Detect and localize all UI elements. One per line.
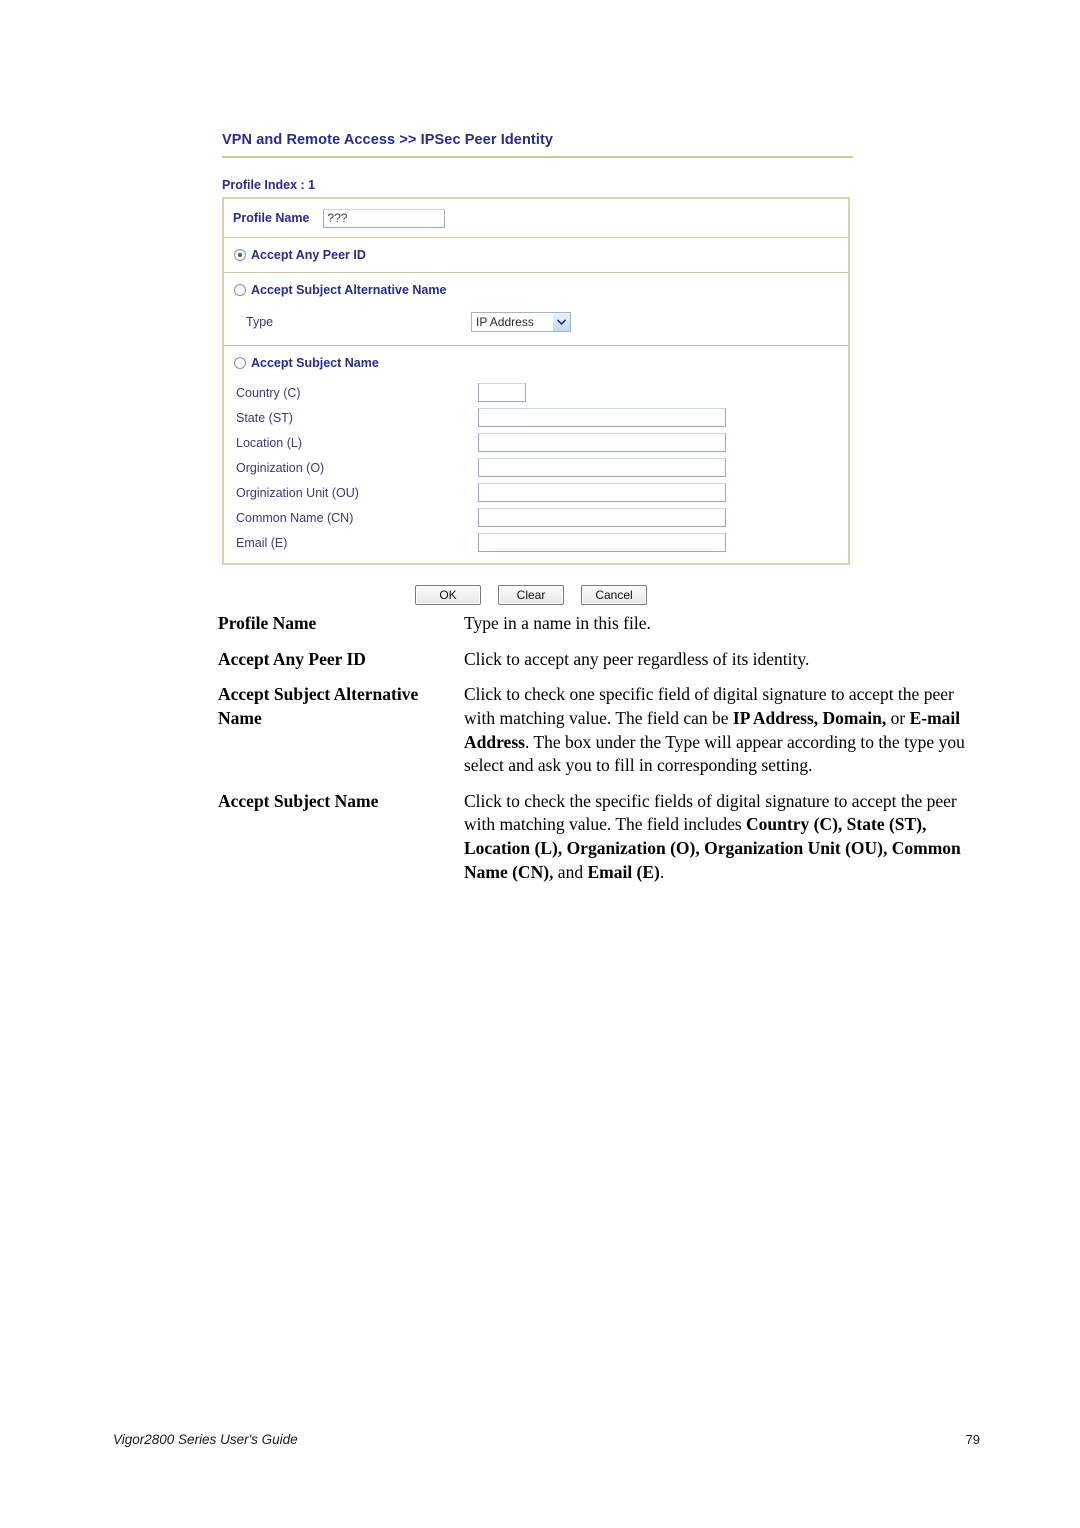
chevron-down-icon[interactable] xyxy=(552,313,570,331)
ipsec-peer-identity-form: Profile Name Accept Any Peer ID Accept S… xyxy=(222,197,850,565)
doc-row: Accept Any Peer ID Click to accept any p… xyxy=(218,648,980,672)
type-select-value: IP Address xyxy=(476,315,534,329)
title-divider xyxy=(222,156,853,158)
profile-name-row: Profile Name xyxy=(224,199,848,237)
accept-subject-alternative-name-label: Accept Subject Alternative Name xyxy=(251,283,447,297)
cancel-button[interactable]: Cancel xyxy=(581,585,647,605)
field-row-organization-unit: Orginization Unit (OU) xyxy=(224,480,848,505)
page-footer: Vigor2800 Series User's Guide 79 xyxy=(113,1432,980,1447)
footer-guide-title: Vigor2800 Series User's Guide xyxy=(113,1432,298,1447)
field-row-country: Country (C) xyxy=(224,380,848,405)
doc-row: Accept Subject Name Click to check the s… xyxy=(218,790,980,885)
radio-accept-subject-name-icon[interactable] xyxy=(234,357,246,369)
form-button-row: OK Clear Cancel xyxy=(222,585,854,605)
field-label-state: State (ST) xyxy=(236,410,293,425)
field-description-table: Profile Name Type in a name in this file… xyxy=(218,612,980,896)
profile-index-label: Profile Index : 1 xyxy=(222,178,316,192)
field-row-organization: Orginization (O) xyxy=(224,455,848,480)
field-label-organization-unit: Orginization Unit (OU) xyxy=(236,485,359,500)
footer-page-number: 79 xyxy=(965,1432,980,1447)
type-label: Type xyxy=(246,315,274,329)
doc-description: Click to accept any peer regardless of i… xyxy=(464,648,810,669)
accept-subject-name-row[interactable]: Accept Subject Name xyxy=(224,346,848,380)
field-row-state: State (ST) xyxy=(224,405,848,430)
doc-term: Profile Name xyxy=(218,613,317,633)
profile-name-section: Profile Name xyxy=(224,199,848,237)
doc-description: Click to check the specific fields of di… xyxy=(464,790,961,882)
field-label-email: Email (E) xyxy=(236,535,288,550)
organization-unit-input[interactable] xyxy=(478,483,726,502)
accept-any-peer-id-section: Accept Any Peer ID xyxy=(224,237,848,272)
accept-subject-alternative-name-row[interactable]: Accept Subject Alternative Name xyxy=(224,273,848,307)
field-label-location: Location (L) xyxy=(236,435,303,450)
profile-name-input[interactable] xyxy=(323,208,446,228)
common-name-input[interactable] xyxy=(478,508,726,527)
type-row: Type IP Address xyxy=(224,307,848,337)
field-label-organization: Orginization (O) xyxy=(236,460,325,475)
doc-row: Profile Name Type in a name in this file… xyxy=(218,612,980,636)
doc-term: Accept Any Peer ID xyxy=(218,648,366,669)
country-input[interactable] xyxy=(478,383,526,402)
field-label-common-name: Common Name (CN) xyxy=(236,510,354,525)
location-input[interactable] xyxy=(478,433,726,452)
radio-accept-subject-alternative-name-icon[interactable] xyxy=(234,284,246,296)
accept-subject-name-label: Accept Subject Name xyxy=(251,356,379,370)
type-select[interactable]: IP Address xyxy=(471,312,571,332)
field-label-country: Country (C) xyxy=(236,385,301,400)
organization-input[interactable] xyxy=(478,458,726,477)
accept-any-peer-id-label: Accept Any Peer ID xyxy=(251,248,366,262)
field-row-email: Email (E) xyxy=(224,530,848,555)
state-input[interactable] xyxy=(478,408,726,427)
email-input[interactable] xyxy=(478,533,726,552)
doc-description: Type in a name in this file. xyxy=(464,613,651,633)
doc-term: Accept Subject Name xyxy=(218,790,379,811)
accept-subject-name-section: Accept Subject Name Country (C) State (S… xyxy=(224,345,848,563)
doc-description: Click to check one specific field of dig… xyxy=(464,684,965,776)
field-row-location: Location (L) xyxy=(224,430,848,455)
doc-row: Accept Subject Alternative Name Click to… xyxy=(218,683,980,778)
accept-any-peer-id-row[interactable]: Accept Any Peer ID xyxy=(224,238,848,272)
accept-subject-alternative-name-section: Accept Subject Alternative Name Type IP … xyxy=(224,272,848,345)
profile-name-label: Profile Name xyxy=(233,211,310,225)
clear-button[interactable]: Clear xyxy=(498,585,564,605)
ok-button[interactable]: OK xyxy=(415,585,481,605)
page-title: VPN and Remote Access >> IPSec Peer Iden… xyxy=(222,132,554,148)
field-row-common-name: Common Name (CN) xyxy=(224,505,848,530)
radio-accept-any-peer-id-icon[interactable] xyxy=(234,249,246,261)
router-ui-screenshot: VPN and Remote Access >> IPSec Peer Iden… xyxy=(222,132,854,605)
doc-term: Accept Subject Alternative Name xyxy=(218,684,419,728)
